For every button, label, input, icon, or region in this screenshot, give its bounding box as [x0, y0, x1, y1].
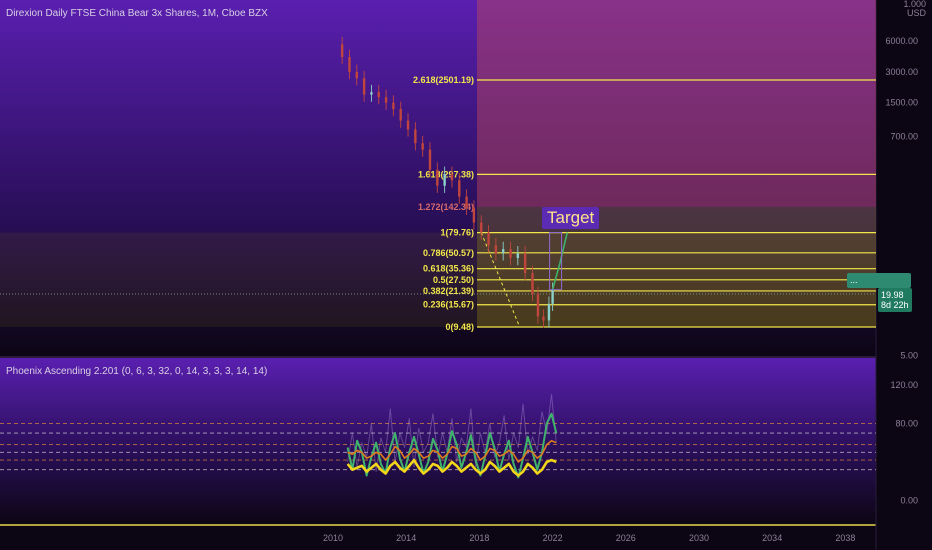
chart-canvas: 2.618(2501.19)1.618(297.38)1.272(142.34)…	[0, 0, 932, 550]
candle-body	[523, 253, 527, 274]
osc-tick: 80.00	[895, 418, 918, 428]
x-tick: 2022	[543, 533, 563, 543]
last-price-badge[interactable]: 19.98 8d 22h	[878, 288, 912, 312]
currency-label: 1.000 USD	[903, 0, 926, 18]
candle-body	[414, 129, 417, 144]
countdown-value: 8d 22h	[881, 300, 909, 310]
x-tick: 2038	[835, 533, 855, 543]
target-zone	[477, 0, 876, 207]
fib-label-0: 0(9.48)	[445, 322, 474, 332]
x-tick: 2014	[396, 533, 416, 543]
candle-body	[436, 169, 439, 186]
chart-stage: 2.618(2501.19) 1.618(297.38) 1.272(142.34)…	[0, 0, 932, 550]
currency-code: USD	[906, 8, 926, 18]
last-price-value: 19.98	[881, 290, 904, 300]
candle-body	[355, 71, 358, 79]
candle-body	[362, 78, 366, 95]
x-tick: 2010	[323, 533, 343, 543]
fib-label-0.5: 0.5(27.50)	[433, 275, 474, 285]
candle-body	[450, 173, 454, 181]
candle-body	[399, 108, 402, 121]
indicator-title: Phoenix Ascending 2.201 (0, 6, 3, 32, 0,…	[6, 366, 268, 377]
fib-label-1.618: 1.618(297.38)	[418, 169, 474, 179]
candle-body	[487, 232, 490, 246]
price-tick: 700.00	[890, 131, 918, 141]
x-tick: 2026	[616, 533, 636, 543]
candle-body	[547, 303, 551, 321]
candle-body	[370, 92, 373, 95]
fib-zone-upper	[477, 206, 876, 233]
osc-tick: 120.00	[890, 380, 918, 390]
marker-label: ...	[850, 275, 858, 285]
candle-body	[551, 289, 554, 304]
candle-body	[406, 120, 410, 130]
candle-body	[516, 253, 520, 259]
candle-body	[392, 102, 395, 109]
x-tick: 2034	[762, 533, 782, 543]
price-tick: 3000.00	[885, 67, 918, 77]
price-tick: 6000.00	[885, 36, 918, 46]
candle-body	[443, 173, 446, 186]
target-label[interactable]: Target	[542, 207, 600, 229]
fib-label-0.618: 0.618(35.36)	[423, 264, 474, 274]
price-tick: 5.00	[900, 350, 918, 360]
candle-body	[536, 293, 540, 317]
fib-zone-left	[0, 232, 477, 327]
candle-body	[509, 249, 512, 259]
candle-body	[340, 44, 344, 58]
candle-body	[480, 222, 483, 233]
x-tick: 2018	[469, 533, 489, 543]
candle-body	[465, 196, 468, 208]
fib-label-2.618: 2.618(2501.19)	[413, 75, 474, 85]
fib-label-0.382: 0.382(21.39)	[423, 286, 474, 296]
fib-label-0.236: 0.236(15.67)	[423, 300, 474, 310]
fib-label-1: 1(79.76)	[440, 228, 474, 238]
candle-body	[494, 245, 498, 254]
candle-body	[501, 249, 505, 254]
price-tick: 1500.00	[885, 98, 918, 108]
candle-body	[428, 149, 432, 170]
candle-body	[531, 273, 534, 294]
candle-body	[542, 316, 545, 321]
indicator-pane-background	[0, 358, 876, 524]
instrument-title: Direxion Daily FTSE China Bear 3x Shares…	[6, 8, 268, 19]
candle-body	[458, 180, 461, 197]
candle-body	[377, 92, 380, 98]
osc-tick: 0.00	[900, 496, 918, 506]
candle-body	[348, 57, 351, 72]
candle-body	[472, 207, 476, 223]
x-tick: 2030	[689, 533, 709, 543]
candle-body	[384, 97, 388, 103]
candle-body	[421, 143, 424, 150]
marker-box[interactable]: ...	[847, 273, 911, 288]
fib-label-0.786: 0.786(50.57)	[423, 248, 474, 258]
